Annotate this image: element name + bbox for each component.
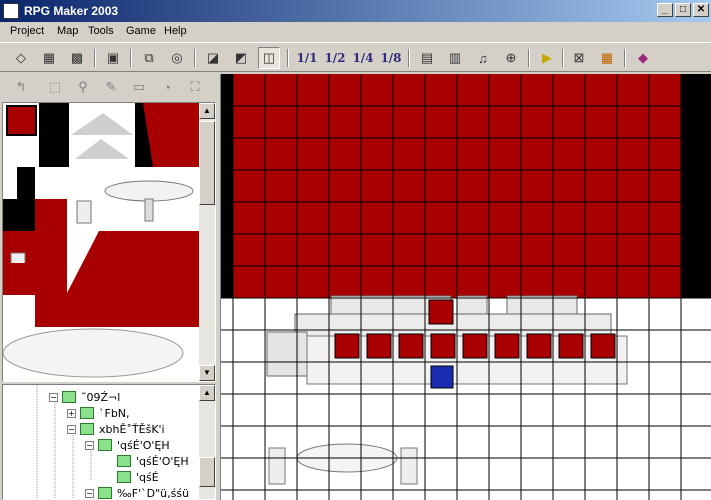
tree-scrollbar[interactable]: ▲ — [199, 385, 215, 499]
title-bar: RPG Maker 2003 _ □ ✕ — [0, 0, 711, 22]
menu-game[interactable]: Game — [126, 25, 156, 37]
main-toolbar: ◇ ▦ ▩ ▣ ⧉ ◎ ◪ ◩ ◫ 1/1 1/2 1/4 1/8 ▤ ▥ ♫ … — [0, 42, 711, 72]
minimize-button[interactable]: _ — [657, 3, 673, 17]
zoom-1-2-button[interactable]: 1/2 — [324, 47, 346, 69]
tileset-palette[interactable]: ▲ ▼ — [2, 102, 216, 382]
folder-icon — [62, 391, 76, 403]
lower-layer-icon[interactable]: ◪ — [202, 47, 224, 69]
new-project-icon[interactable]: ◇ — [10, 47, 32, 69]
upper-layer-icon[interactable]: ◩ — [230, 47, 252, 69]
scroll-down-button[interactable]: ▼ — [199, 365, 215, 381]
help-book-icon[interactable]: ◆ — [632, 47, 654, 69]
folder-icon — [117, 455, 131, 467]
circle-tool-icon[interactable]: ◔ — [156, 76, 178, 98]
save-icon[interactable]: ▣ — [102, 47, 124, 69]
title-screen-icon[interactable]: ▦ — [596, 47, 618, 69]
folder-icon — [80, 423, 94, 435]
undo-icon[interactable]: ⧉ — [138, 47, 160, 69]
rectangle-tool-icon[interactable]: ▭ — [128, 76, 150, 98]
folder-icon — [80, 407, 94, 419]
map-canvas[interactable] — [220, 74, 711, 500]
maximize-button[interactable]: □ — [675, 3, 691, 17]
tree-scroll-up-button[interactable]: ▲ — [199, 385, 215, 401]
folder-icon — [117, 471, 131, 483]
zoom-1-4-button[interactable]: 1/4 — [352, 47, 374, 69]
play-test-icon[interactable]: ▶ — [536, 47, 558, 69]
event-layer-icon[interactable]: ◫ — [258, 47, 280, 69]
pencil-tool-icon[interactable]: ✎ — [100, 76, 122, 98]
fill-tool-icon[interactable]: ⛶ — [184, 76, 206, 98]
menu-help[interactable]: Help — [164, 25, 187, 37]
fullscreen-icon[interactable]: ⊠ — [568, 47, 590, 69]
folder-icon — [98, 439, 112, 451]
open-project-icon[interactable]: ▦ — [38, 47, 60, 69]
close-project-icon[interactable]: ▩ — [66, 47, 88, 69]
select-tool-icon[interactable]: ↰ — [10, 76, 32, 98]
close-button[interactable]: ✕ — [693, 3, 709, 17]
tree-item[interactable]: 'qśÉ — [117, 469, 159, 485]
menu-project[interactable]: Project — [10, 25, 44, 37]
tree-item[interactable]: − ‰F'`D"ü‚śśü — [85, 485, 189, 499]
map-grid[interactable] — [221, 74, 711, 500]
player-start-marker[interactable] — [430, 365, 454, 389]
app-icon — [3, 3, 19, 19]
scroll-up-button[interactable]: ▲ — [199, 103, 215, 119]
tree-scroll-thumb[interactable] — [199, 457, 215, 487]
tree-item[interactable]: −'qśÉ'O'ĘH — [85, 437, 170, 453]
zoom-tool-icon[interactable]: ⚲ — [72, 76, 94, 98]
tree-item[interactable]: − xbhĚ˚ŤĚšK'i — [67, 421, 165, 437]
menu-tools[interactable]: Tools — [88, 25, 114, 37]
zoom-1-1-button[interactable]: 1/1 — [296, 47, 318, 69]
tree-item[interactable]: + `FbN, — [67, 405, 130, 421]
tree-item[interactable]: − ˜09Ź¬l — [49, 389, 120, 405]
tileset-scrollbar[interactable]: ▲ ▼ — [199, 103, 215, 381]
search-icon[interactable]: ⊕ — [500, 47, 522, 69]
music-icon[interactable]: ♫ — [472, 47, 494, 69]
tileset-graphic[interactable] — [3, 103, 199, 381]
rectangle-select-icon[interactable]: ⬚ — [44, 76, 66, 98]
zoom-1-8-button[interactable]: 1/8 — [380, 47, 402, 69]
redo-icon[interactable]: ◎ — [166, 47, 188, 69]
database-icon[interactable]: ▤ — [416, 47, 438, 69]
menu-map[interactable]: Map — [57, 25, 78, 37]
scroll-thumb[interactable] — [199, 121, 215, 205]
drawing-toolbar: ↰ ⬚ ⚲ ✎ ▭ ◔ ⛶ — [0, 72, 218, 102]
tree-item[interactable]: 'qśÉ'O'ĘH — [117, 453, 189, 469]
window-title: RPG Maker 2003 — [24, 4, 119, 18]
map-tree: − ˜09Ź¬l + `FbN, − xbhĚ˚ŤĚšK'i −'qśÉ'O'ĘH '… — [2, 384, 216, 500]
material-icon[interactable]: ▥ — [444, 47, 466, 69]
menu-bar: Project Map Tools Game Help — [0, 22, 711, 42]
folder-icon — [98, 487, 112, 499]
